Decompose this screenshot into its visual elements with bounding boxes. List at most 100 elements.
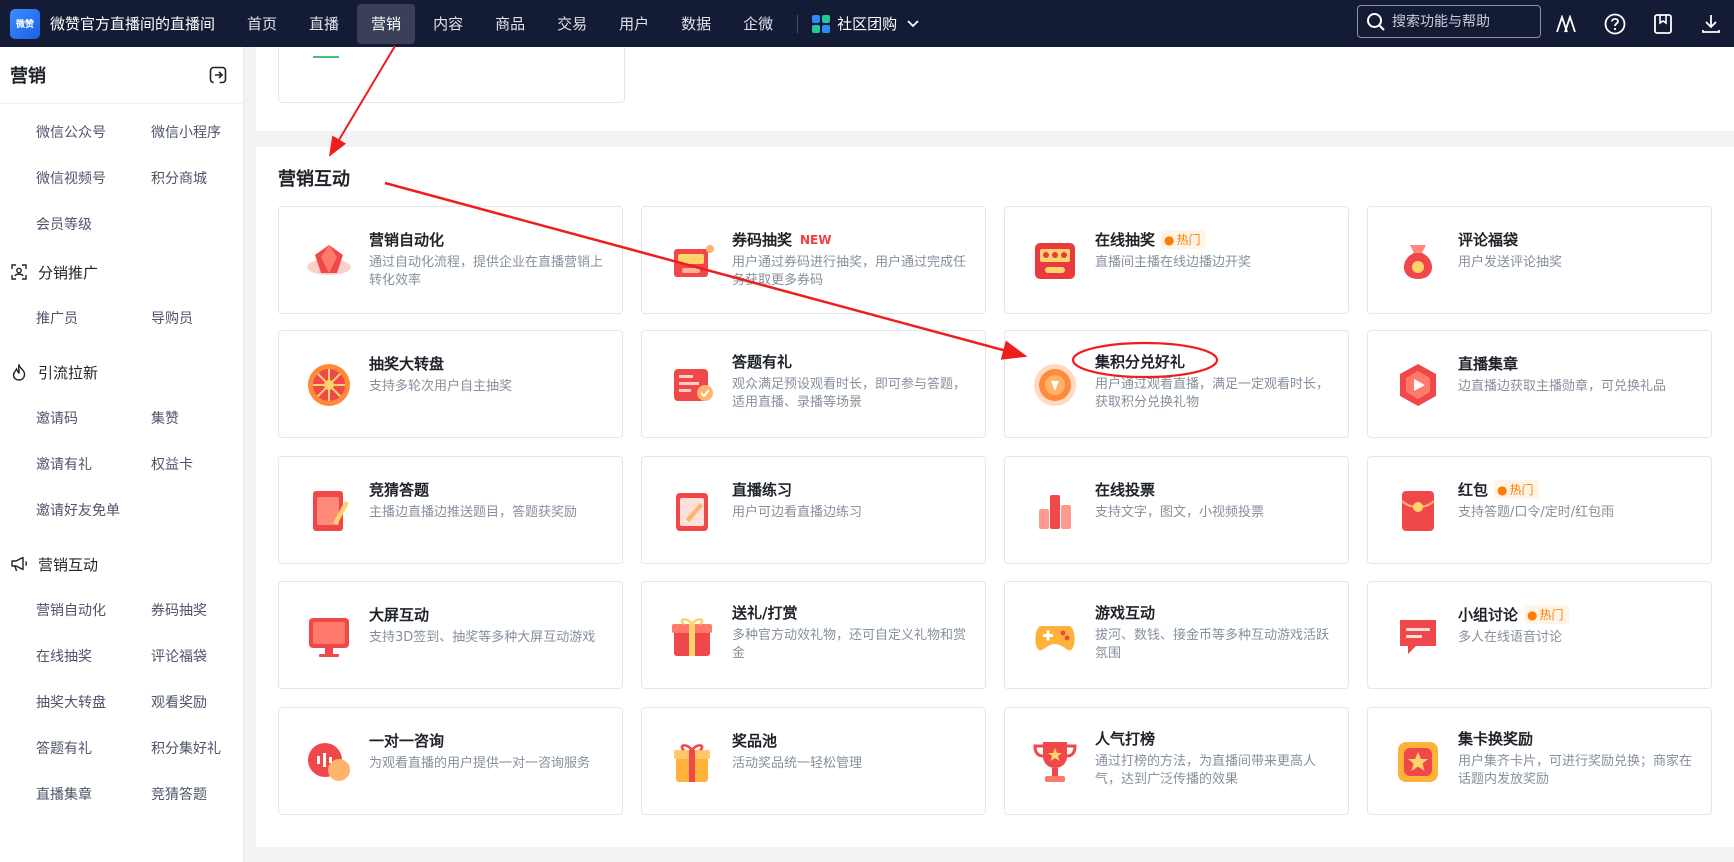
- sidebar-item-coupon-lottery[interactable]: 券码抽奖: [151, 588, 266, 634]
- card-lucky-bag[interactable]: 评论福袋 用户发送评论抽奖: [1367, 206, 1712, 314]
- help-icon[interactable]: [1602, 11, 1628, 37]
- card-description: 拔河、数钱、接金币等多种互动游戏活跃氛围: [1095, 628, 1330, 661]
- nav-home[interactable]: 首页: [233, 4, 291, 44]
- card-gift-reward[interactable]: 送礼/打赏 多种官方动效礼物，还可自定义礼物和赏金: [641, 581, 986, 689]
- font-icon[interactable]: [1554, 11, 1580, 37]
- sidebar: 营销 微信公众号 微信小程序 微信视频号 积分商城 会员等级 分销推广 推广员 …: [0, 47, 244, 862]
- card-coupon-lottery[interactable]: 券码抽奖 NEW 用户通过券码进行抽奖，用户通过完成任务获取更多券码: [641, 206, 986, 314]
- search-box[interactable]: [1357, 5, 1541, 38]
- sidebar-item-wechat-channels[interactable]: 微信视频号: [36, 156, 151, 202]
- card-body: 集卡换奖励 用户集齐卡片，可进行奖励兑换；商家在话题内发放奖励: [1458, 728, 1698, 789]
- sidebar-item-invite-gift[interactable]: 邀请有礼: [36, 442, 151, 488]
- sidebar-item-live-stamp[interactable]: 直播集章: [36, 772, 151, 818]
- card-title-text: 小组讨论: [1458, 606, 1519, 624]
- card-body: 答题有礼 观众满足预设观看时长，即可参与答题，适用直播、录播等场景: [732, 351, 972, 412]
- previous-card-partial[interactable]: [278, 47, 625, 103]
- card-popularity-ranking[interactable]: 人气打榜 通过打榜的方法，为直播间带来更高人气，达到广泛传播的效果: [1004, 707, 1349, 815]
- section-title: 营销互动: [278, 169, 350, 190]
- card-body: 直播集章 边直播边获取主播勋章，可兑换礼品: [1458, 353, 1698, 396]
- trophy-icon: [1031, 738, 1079, 786]
- sidebar-item-invite-code[interactable]: 邀请码: [36, 396, 151, 442]
- nav-data[interactable]: 数据: [667, 4, 725, 44]
- card-body: 直播练习 用户可边看直播边练习: [732, 479, 972, 522]
- sidebar-item-lottery-wheel[interactable]: 抽奖大转盘: [36, 680, 151, 726]
- card-body: 红包 ● 热门 支持答题/口令/定时/红包雨: [1458, 479, 1698, 522]
- sidebar-item-watch-reward[interactable]: 观看奖励: [151, 680, 266, 726]
- card-title: 抽奖大转盘: [369, 353, 609, 374]
- card-one-on-one-consult[interactable]: 一对一咨询 为观看直播的用户提供一对一咨询服务: [278, 707, 623, 815]
- card-body: 送礼/打赏 多种官方动效礼物，还可自定义礼物和赏金: [732, 602, 972, 663]
- sidebar-item-collect-likes[interactable]: 集赞: [151, 396, 266, 442]
- card-title: 游戏互动: [1095, 602, 1335, 623]
- card-title-text: 评论福袋: [1458, 231, 1519, 249]
- account-name[interactable]: 微赞官方直播间的直播间: [50, 13, 215, 34]
- card-prize-pool[interactable]: 奖品池 活动奖品统一轻松管理: [641, 707, 986, 815]
- guess-icon: [305, 487, 353, 535]
- collapse-sidebar-icon[interactable]: [209, 66, 227, 84]
- sidebar-item-wechat-miniapp[interactable]: 微信小程序: [151, 110, 266, 156]
- card-title: 券码抽奖 NEW: [732, 229, 972, 250]
- card-title-text: 答题有礼: [732, 353, 793, 371]
- nav-content[interactable]: 内容: [419, 4, 477, 44]
- card-online-lottery[interactable]: 在线抽奖 ● 热门 直播间主播在线边播边开奖: [1004, 206, 1349, 314]
- sidebar-item-invite-free[interactable]: 邀请好友免单: [36, 488, 151, 534]
- sidebar-item-member-level[interactable]: 会员等级: [36, 202, 151, 248]
- card-body: 集积分兑好礼 用户通过观看直播，满足一定观看时长，获取积分兑换礼物: [1095, 351, 1335, 412]
- nav-wecom[interactable]: 企微: [729, 4, 787, 44]
- community-group-buy-dropdown[interactable]: 社区团购: [812, 13, 919, 34]
- sidebar-item-shopping-guide[interactable]: 导购员: [151, 296, 266, 342]
- card-quiz-gift[interactable]: 答题有礼 观众满足预设观看时长，即可参与答题，适用直播、录播等场景: [641, 330, 986, 438]
- card-lottery-wheel[interactable]: 抽奖大转盘 支持多轮次用户自主抽奖: [278, 330, 623, 438]
- card-group-discussion[interactable]: 小组讨论 ● 热门 多人在线语音讨论: [1367, 581, 1712, 689]
- download-icon[interactable]: [1698, 11, 1724, 37]
- card-title: 在线抽奖 ● 热门: [1095, 229, 1335, 250]
- card-title: 小组讨论 ● 热门: [1458, 604, 1698, 625]
- card-title-text: 集卡换奖励: [1458, 730, 1534, 748]
- card-title-text: 在线投票: [1095, 481, 1156, 499]
- sidebar-item-quiz-gift[interactable]: 答题有礼: [36, 726, 151, 772]
- card-body: 人气打榜 通过打榜的方法，为直播间带来更高人气，达到广泛传播的效果: [1095, 728, 1335, 789]
- sidebar-item-lucky-bag[interactable]: 评论福袋: [151, 634, 266, 680]
- card-online-vote[interactable]: 在线投票 支持文字，图文，小视频投票: [1004, 456, 1349, 564]
- sidebar-section-title: 营销互动: [38, 555, 99, 574]
- search-input[interactable]: [1390, 12, 1534, 31]
- sidebar-item-points-gift[interactable]: 积分集好礼: [151, 726, 266, 772]
- card-title: 直播集章: [1458, 353, 1698, 374]
- card-points-gift[interactable]: 集积分兑好礼 用户通过观看直播，满足一定观看时长，获取积分兑换礼物: [1004, 330, 1349, 438]
- sidebar-item-promoter[interactable]: 推广员: [36, 296, 151, 342]
- bookmark-icon[interactable]: [1650, 11, 1676, 37]
- sidebar-item-guess-quiz[interactable]: 竞猜答题: [151, 772, 266, 818]
- card-guess-quiz[interactable]: 竞猜答题 主播边直播边推送题目，答题获奖励: [278, 456, 623, 564]
- marketing-interaction-panel: 营销互动 营销自动化 通过自动化流程，提供企业在直播营销上转化效率 券码抽奖 NE…: [256, 147, 1734, 847]
- card-description: 活动奖品统一轻松管理: [732, 756, 863, 771]
- card-marketing-automation[interactable]: 营销自动化 通过自动化流程，提供企业在直播营销上转化效率: [278, 206, 623, 314]
- card-title-text: 红包: [1458, 481, 1489, 499]
- card-title: 在线投票: [1095, 479, 1335, 500]
- points-icon: [1031, 361, 1079, 409]
- flame-icon: ●: [1527, 607, 1538, 622]
- sidebar-item-benefit-card[interactable]: 权益卡: [151, 442, 266, 488]
- card-live-stamp[interactable]: 直播集章 边直播边获取主播勋章，可兑换礼品: [1367, 330, 1712, 438]
- sidebar-item-points-mall[interactable]: 积分商城: [151, 156, 266, 202]
- card-game-interaction[interactable]: 游戏互动 拔河、数钱、接金币等多种互动游戏活跃氛围: [1004, 581, 1349, 689]
- new-badge: NEW: [800, 232, 832, 247]
- main-nav: 首页 直播 营销 内容 商品 交易 用户 数据 企微: [233, 0, 791, 47]
- card-title: 奖品池: [732, 730, 972, 751]
- nav-live[interactable]: 直播: [295, 4, 353, 44]
- card-live-practice[interactable]: 直播练习 用户可边看直播边练习: [641, 456, 986, 564]
- card-title: 营销自动化: [369, 229, 609, 250]
- card-red-envelope[interactable]: 红包 ● 热门 支持答题/口令/定时/红包雨: [1367, 456, 1712, 564]
- nav-users[interactable]: 用户: [605, 4, 663, 44]
- card-card-collect[interactable]: 集卡换奖励 用户集齐卡片，可进行奖励兑换；商家在话题内发放奖励: [1367, 707, 1712, 815]
- nav-products[interactable]: 商品: [481, 4, 539, 44]
- card-big-screen[interactable]: 大屏互动 支持3D签到、抽奖等多种大屏互动游戏: [278, 581, 623, 689]
- sidebar-item-marketing-automation[interactable]: 营销自动化: [36, 588, 151, 634]
- sidebar-item-wechat-official[interactable]: 微信公众号: [36, 110, 151, 156]
- sidebar-section-distribution: 分销推广: [0, 248, 243, 296]
- card-description: 主播边直播边推送题目，答题获奖励: [369, 505, 578, 520]
- nav-trade[interactable]: 交易: [543, 4, 601, 44]
- previous-section-panel: [256, 47, 1734, 131]
- sidebar-item-online-lottery[interactable]: 在线抽奖: [36, 634, 151, 680]
- nav-marketing[interactable]: 营销: [357, 3, 416, 44]
- app-logo[interactable]: 微赞: [10, 8, 40, 39]
